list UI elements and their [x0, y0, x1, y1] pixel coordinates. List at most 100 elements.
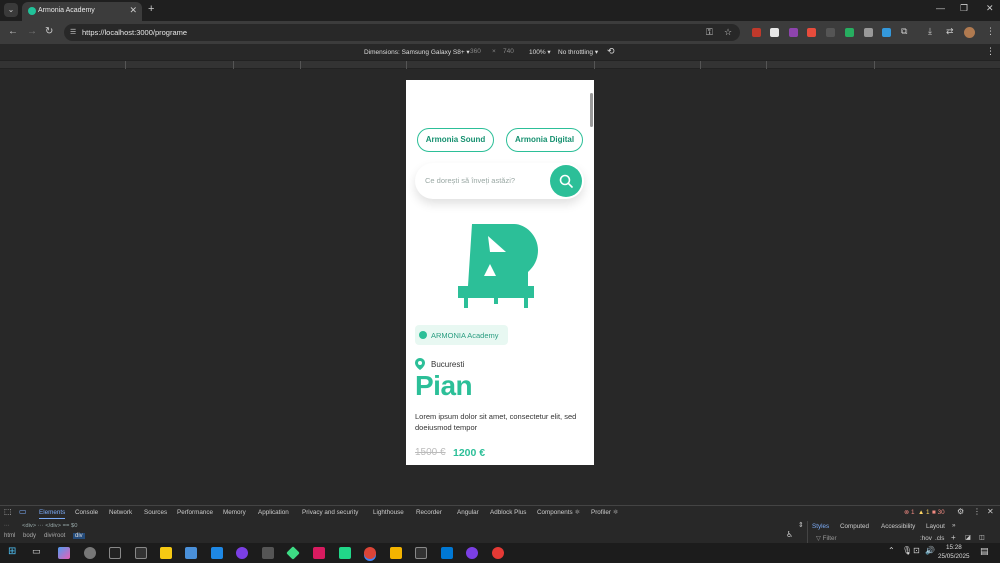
- search-input[interactable]: Ce dorești să înveți astăzi?: [425, 176, 515, 185]
- clock-date[interactable]: 25/05/2025: [938, 553, 970, 560]
- rotate-icon[interactable]: ⟲: [607, 46, 615, 57]
- download-icon[interactable]: ⤓: [928, 26, 932, 37]
- task-view-icon[interactable]: ▭: [32, 546, 41, 557]
- app-icon[interactable]: [262, 547, 274, 559]
- translate-icon[interactable]: ⇄: [946, 26, 954, 37]
- tab-angular[interactable]: Angular: [457, 509, 479, 516]
- tab-network[interactable]: Network: [109, 509, 132, 516]
- side-tab-computed[interactable]: Computed: [840, 523, 869, 530]
- extension-icon[interactable]: [807, 28, 816, 37]
- tab-privacy-security[interactable]: Privacy and security: [302, 509, 358, 516]
- reload-icon[interactable]: ↻: [45, 26, 53, 37]
- device-height-input[interactable]: 740: [503, 48, 514, 55]
- file-explorer-icon[interactable]: [390, 547, 402, 559]
- close-tab-icon[interactable]: ✕: [129, 5, 137, 16]
- device-width-input[interactable]: 360: [470, 48, 481, 55]
- error-count[interactable]: ⊗ 1: [904, 509, 915, 516]
- tab-lighthouse[interactable]: Lighthouse: [373, 509, 404, 516]
- app-icon[interactable]: [466, 547, 478, 559]
- side-tab-layout[interactable]: Layout: [926, 523, 945, 530]
- android-studio-icon[interactable]: [286, 546, 300, 560]
- volume-icon[interactable]: 🔊: [925, 546, 935, 555]
- color-format-icon[interactable]: ◪: [965, 534, 971, 541]
- tab-adblock-plus[interactable]: Adblock Plus: [490, 509, 526, 516]
- pill-armonia-sound[interactable]: Armonia Sound: [417, 128, 494, 152]
- cls-toggle[interactable]: .cls: [935, 535, 944, 542]
- hov-toggle[interactable]: :hov: [920, 535, 932, 542]
- crumb-root[interactable]: div#root: [44, 533, 65, 539]
- bookmark-star-icon[interactable]: ☆: [724, 27, 732, 38]
- copilot-icon[interactable]: [58, 547, 70, 559]
- app-icon[interactable]: [84, 547, 96, 559]
- page-scrollbar[interactable]: [590, 93, 593, 127]
- new-tab-button[interactable]: +: [148, 3, 154, 15]
- scroll-stepper-icon[interactable]: ⇕: [798, 521, 804, 529]
- browser-menu-icon[interactable]: ⋮: [986, 26, 995, 37]
- start-windows-icon[interactable]: ⊞: [8, 546, 16, 557]
- devtools-menu-icon[interactable]: ⋮: [973, 507, 981, 516]
- address-bar[interactable]: ☰ https://localhost:3000/programe ⚿ ☆: [64, 24, 740, 41]
- settings-gear-icon[interactable]: ⚙: [957, 507, 964, 516]
- close-devtools-icon[interactable]: ✕: [987, 507, 994, 516]
- device-dimensions-select[interactable]: Dimensions: Samsung Galaxy S8+ ▾: [364, 48, 470, 56]
- side-tab-accessibility[interactable]: Accessibility: [881, 523, 915, 530]
- github-icon[interactable]: [236, 547, 248, 559]
- profile-avatar[interactable]: [964, 27, 975, 38]
- more-tabs-icon[interactable]: »: [952, 522, 956, 529]
- app-icon[interactable]: [109, 547, 121, 559]
- pill-armonia-digital[interactable]: Armonia Digital: [506, 128, 583, 152]
- tab-components[interactable]: Components ⚛: [537, 509, 580, 516]
- tab-application[interactable]: Application: [258, 509, 289, 516]
- side-tab-styles[interactable]: Styles: [812, 523, 829, 530]
- tab-sources[interactable]: Sources: [144, 509, 167, 516]
- site-info-icon[interactable]: ☰: [70, 28, 76, 36]
- vscode-icon[interactable]: [441, 547, 453, 559]
- app-icon[interactable]: [492, 547, 504, 559]
- throttling-select[interactable]: No throttling ▾: [558, 48, 598, 56]
- tab-performance[interactable]: Performance: [177, 509, 213, 516]
- jetbrains-icon[interactable]: [339, 547, 351, 559]
- extension-icon[interactable]: [789, 28, 798, 37]
- tab-recorder[interactable]: Recorder: [416, 509, 442, 516]
- microphone-icon[interactable]: 🎙: [902, 546, 912, 555]
- extension-icon[interactable]: [845, 28, 854, 37]
- issues-count[interactable]: ■ 30: [932, 509, 945, 516]
- tab-search-button[interactable]: ⌄: [4, 3, 18, 17]
- device-menu-icon[interactable]: ⋮: [986, 46, 995, 57]
- crumb-body[interactable]: body: [23, 533, 36, 539]
- password-key-icon[interactable]: ⚿: [706, 27, 713, 38]
- url-text[interactable]: https://localhost:3000/programe: [82, 28, 187, 37]
- add-rule-icon[interactable]: +: [951, 533, 956, 542]
- terminal-icon[interactable]: [415, 547, 427, 559]
- warning-count[interactable]: ▲ 1: [918, 509, 930, 516]
- trello-icon[interactable]: [211, 547, 223, 559]
- extension-icon[interactable]: [864, 28, 873, 37]
- tab-console[interactable]: Console: [75, 509, 98, 516]
- back-icon[interactable]: ←: [8, 26, 18, 37]
- clock-time[interactable]: 15:28: [946, 544, 962, 551]
- tray-chevron-icon[interactable]: ⌃: [888, 546, 895, 555]
- minimize-icon[interactable]: —: [936, 3, 945, 13]
- extension-icon[interactable]: [826, 28, 835, 37]
- crumb-div[interactable]: div: [73, 533, 85, 539]
- notifications-icon[interactable]: ▤: [980, 546, 989, 557]
- search-button[interactable]: [550, 165, 582, 197]
- tab-profiler[interactable]: Profiler ⚛: [591, 509, 618, 516]
- dom-tree-line[interactable]: ⋯ <div> ⋯ </div> == $0 ⇕: [0, 521, 804, 531]
- dom-node-text[interactable]: <div> ⋯ </div> == $0: [22, 523, 77, 529]
- browser-tab[interactable]: Armonia Academy ✕: [22, 2, 142, 21]
- zoom-select[interactable]: 100% ▾: [529, 48, 551, 56]
- computed-sidebar-icon[interactable]: ◫: [979, 534, 985, 541]
- chrome-icon[interactable]: [364, 547, 376, 559]
- styles-filter-input[interactable]: ▽ Filter: [816, 535, 837, 542]
- device-toggle-icon[interactable]: ▭: [19, 507, 27, 516]
- extension-icon[interactable]: [752, 28, 761, 37]
- app-icon[interactable]: [135, 547, 147, 559]
- crumb-html[interactable]: html: [4, 533, 15, 539]
- network-icon[interactable]: ⊡: [913, 546, 920, 555]
- accessibility-tree-icon[interactable]: ♿: [786, 530, 793, 539]
- close-window-icon[interactable]: ✕: [986, 3, 994, 14]
- tab-memory[interactable]: Memory: [223, 509, 246, 516]
- extension-icon[interactable]: [882, 28, 891, 37]
- notes-app-icon[interactable]: [160, 547, 172, 559]
